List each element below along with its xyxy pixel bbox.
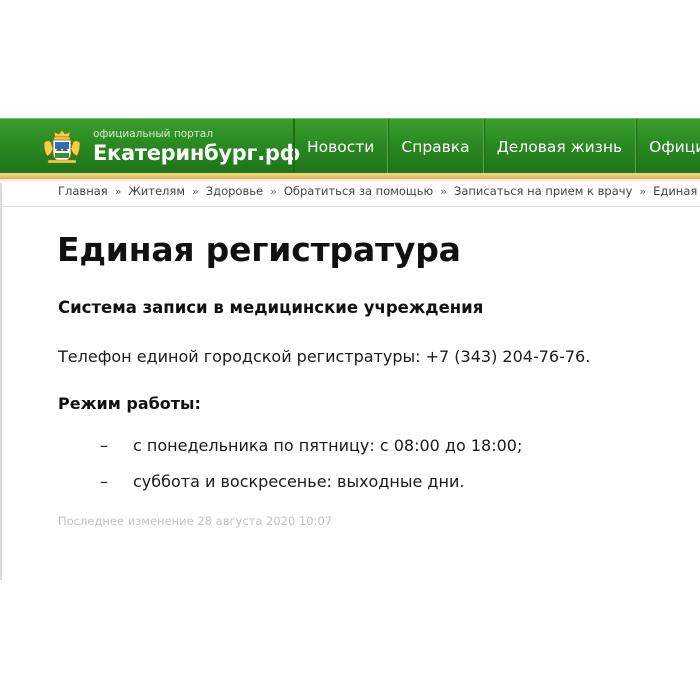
breadcrumb-current: Единая регис: [653, 184, 700, 198]
breadcrumb-divider: [2, 206, 700, 207]
breadcrumb-get-help[interactable]: Обратиться за помощью: [284, 184, 433, 198]
nav-item-reference[interactable]: Справка: [387, 119, 482, 174]
dash-bullet: –: [100, 436, 108, 455]
brand-subtitle: официальный портал: [93, 128, 214, 140]
page-subtitle: Система записи в медицинские учреждения: [58, 298, 484, 317]
nav-item-official[interactable]: Официал: [635, 119, 700, 174]
breadcrumb-separator: »: [114, 185, 122, 198]
working-hours-title: Режим работы:: [58, 394, 201, 413]
main-nav: Новости Справка Деловая жизнь Официал: [293, 119, 700, 174]
breadcrumb-separator: »: [639, 185, 647, 198]
site-header: официальный портал Екатеринбург.рф Новос…: [0, 118, 700, 174]
nav-item-business[interactable]: Деловая жизнь: [482, 119, 635, 174]
weekend-hours: суббота и воскресенье: выходные дни.: [133, 472, 465, 491]
phone-text: Телефон единой городской регистратуры: +…: [58, 347, 591, 366]
breadcrumb-home[interactable]: Главная: [58, 184, 108, 198]
list-item: – с понедельника по пятницу: с 08:00 до …: [0, 436, 700, 460]
weekday-hours: с понедельника по пятницу: с 08:00 до 18…: [133, 436, 523, 455]
dash-bullet: –: [100, 472, 108, 491]
brand-title-link[interactable]: Екатеринбург.рф: [93, 141, 300, 165]
breadcrumb-health[interactable]: Здоровье: [206, 184, 263, 198]
nav-item-news[interactable]: Новости: [293, 119, 387, 174]
breadcrumb-separator: »: [440, 185, 447, 198]
breadcrumb-separator: »: [270, 185, 277, 198]
breadcrumb-separator: »: [192, 185, 199, 198]
last-modified: Последнее изменение 28 августа 2020 10:0…: [58, 514, 333, 528]
breadcrumb-doctor-appointment[interactable]: Записаться на прием к врачу: [454, 184, 632, 198]
list-item: – суббота и воскресенье: выходные дни.: [0, 472, 700, 496]
viewport-left-border: [0, 118, 2, 580]
breadcrumb-residents[interactable]: Жителям: [128, 184, 185, 198]
breadcrumb: Главная » Жителям » Здоровье » Обратиться за п…: [58, 184, 700, 198]
coat-of-arms-logo-icon[interactable]: [42, 129, 82, 165]
page: официальный портал Екатеринбург.рф Новос…: [0, 0, 700, 700]
page-title: Единая регистратура: [57, 230, 461, 269]
header-shadow: [0, 179, 700, 183]
browser-viewport: официальный портал Екатеринбург.рф Новос…: [0, 118, 700, 580]
